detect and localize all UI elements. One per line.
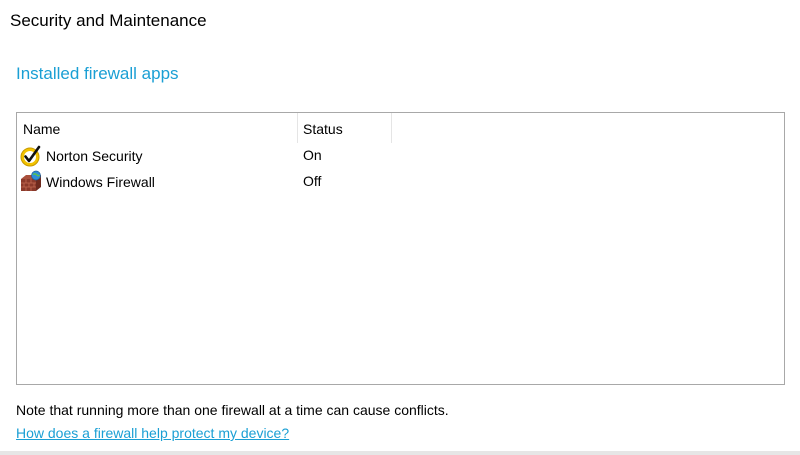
list-item-norton-security[interactable]: Norton Security On	[17, 143, 784, 168]
cell-name: Windows Firewall	[19, 169, 155, 194]
cell-name: Norton Security	[19, 143, 142, 168]
column-header-status[interactable]: Status	[298, 113, 392, 143]
conflict-note: Note that running more than one firewall…	[16, 402, 449, 418]
windows-firewall-icon	[21, 170, 41, 191]
app-status: Off	[303, 173, 322, 189]
window-title: Security and Maintenance	[10, 11, 207, 30]
column-header-name[interactable]: Name	[17, 113, 298, 143]
app-status: On	[303, 147, 322, 163]
app-name: Windows Firewall	[46, 173, 155, 190]
firewall-apps-list[interactable]: Name Status Norton Security On Windows F…	[16, 112, 785, 385]
bottom-divider	[0, 451, 800, 455]
firewall-help-link[interactable]: How does a firewall help protect my devi…	[16, 424, 289, 442]
app-name: Norton Security	[46, 147, 143, 164]
list-item-windows-firewall[interactable]: Windows Firewall Off	[17, 169, 784, 194]
norton-check-icon	[20, 145, 41, 166]
section-heading: Installed firewall apps	[16, 64, 179, 83]
column-headers: Name Status	[17, 113, 784, 143]
